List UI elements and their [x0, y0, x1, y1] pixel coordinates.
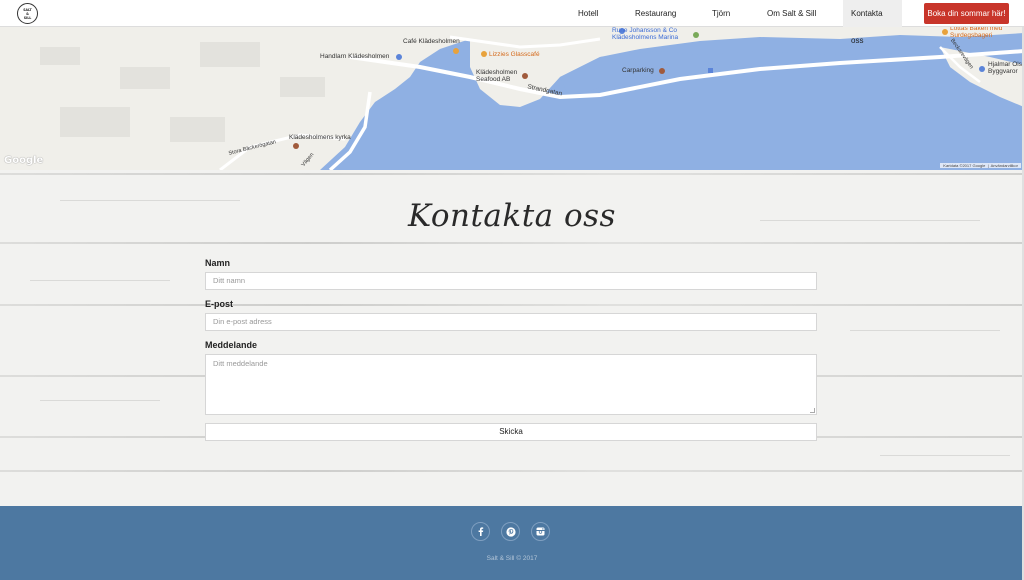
wood-grain — [880, 455, 1010, 456]
logo-line-3: SILL — [23, 15, 32, 20]
plank-line — [0, 242, 1024, 244]
wood-grain — [40, 400, 160, 401]
email-label: E-post — [205, 299, 233, 309]
google-logo[interactable]: Google — [4, 155, 43, 166]
map-attribution[interactable]: Kartdata ©2017 Google | Användarvillkor — [940, 163, 1021, 168]
page-title: Kontakta oss — [408, 198, 616, 234]
nav-item-hotell[interactable]: Hotell — [578, 0, 598, 27]
facebook-icon[interactable] — [471, 522, 490, 541]
book-summer-button[interactable]: Boka din sommar här! — [924, 3, 1009, 24]
message-placeholder: Ditt meddelande — [213, 359, 268, 368]
nav-item-tjorn[interactable]: Tjörn — [712, 0, 730, 27]
map-attribution-text: Kartdata ©2017 Google — [943, 163, 986, 168]
wood-grain — [850, 330, 1000, 331]
location-map[interactable]: Café Klädesholmen Handlarn Klädesholmen … — [0, 27, 1024, 170]
plank-line — [0, 173, 1024, 175]
site-footer: Salt & Sill © 2017 — [0, 506, 1024, 580]
nav-item-restaurang[interactable]: Restaurang — [635, 0, 676, 27]
resize-handle[interactable] — [810, 408, 815, 413]
map-label-cafe: Café Klädesholmen — [403, 38, 460, 45]
map-land-shapes — [0, 27, 1024, 170]
name-field[interactable]: Ditt namn — [205, 272, 817, 290]
map-label-handlarn: Handlarn Klädesholmen — [320, 53, 390, 60]
map-label-seafood: Klädesholmen Seafood AB — [476, 69, 518, 83]
map-label-byggvaror: Hjalmar Ols Byggvaror — [988, 61, 1022, 75]
wood-grain — [30, 280, 170, 281]
site-header: SALT & SILL Hotell Restaurang Tjörn Om S… — [0, 0, 1024, 45]
instagram-icon[interactable] — [531, 522, 550, 541]
plank-line — [0, 304, 1024, 306]
nav-item-om-salt-och-sill[interactable]: Om Salt & Sill — [767, 0, 816, 27]
map-label-carparking: Carparking — [622, 67, 654, 74]
email-field[interactable]: Din e-post adress — [205, 313, 817, 331]
site-logo[interactable]: SALT & SILL — [17, 3, 38, 24]
message-label: Meddelande — [205, 340, 258, 350]
contact-section: Kontakta oss Namn Ditt namn E-post Din e… — [0, 170, 1024, 506]
map-terms-link[interactable]: Användarvillkor — [991, 163, 1018, 168]
copyright-text: Salt & Sill © 2017 — [486, 555, 538, 562]
map-label-kyrka: Klädesholmens kyrka — [289, 134, 351, 141]
nav-item-kontakta-oss[interactable]: Kontakta oss — [843, 0, 902, 45]
map-label-bakeri: Lottas Bakeri med Surdegsbageri — [950, 27, 1003, 39]
name-label: Namn — [205, 258, 231, 268]
pinterest-icon[interactable] — [501, 522, 520, 541]
map-label-lizzies: Lizzies Glasscafé — [489, 51, 540, 58]
message-field[interactable]: Ditt meddelande — [205, 354, 817, 415]
plank-line — [0, 470, 1024, 472]
map-label-marina: Rune Johansson & Co Klädesholmens Marina — [612, 27, 679, 41]
submit-button[interactable]: Skicka — [205, 423, 817, 441]
